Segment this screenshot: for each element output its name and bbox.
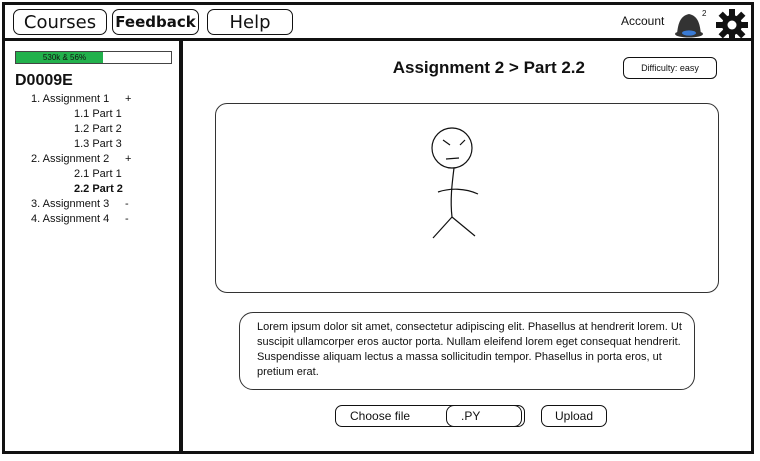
sidebar: 530k & 56% D0009E 1. Assignment 1 + 1.1 … xyxy=(5,41,183,454)
tree-item-assignment-4[interactable]: 4. Assignment 4 - xyxy=(31,213,129,225)
assignment-image xyxy=(215,103,719,293)
course-code: D0009E xyxy=(15,72,73,89)
expand-toggle[interactable]: - xyxy=(125,213,129,225)
notification-count: 2 xyxy=(702,9,707,18)
tree-item-part-1-2[interactable]: 1.2 Part 2 xyxy=(74,123,122,135)
progress-bar: 530k & 56% xyxy=(15,51,172,64)
assignment-description: Lorem ipsum dolor sit amet, consectetur … xyxy=(239,312,695,390)
tree-item-label: 3. Assignment 3 xyxy=(31,198,110,210)
stick-figure-image xyxy=(431,127,479,239)
main-content: Assignment 2 > Part 2.2 Difficulty: easy… xyxy=(187,41,751,454)
tree-item-assignment-3[interactable]: 3. Assignment 3 - xyxy=(31,198,129,210)
page-title: Assignment 2 > Part 2.2 xyxy=(392,58,585,77)
courses-button[interactable]: Courses xyxy=(13,9,107,35)
gear-icon[interactable] xyxy=(715,8,749,42)
file-extension-field[interactable]: .PY xyxy=(446,405,522,427)
help-button[interactable]: Help xyxy=(207,9,293,35)
tree-item-assignment-2[interactable]: 2. Assignment 2 + xyxy=(31,153,131,165)
account-link[interactable]: Account xyxy=(621,14,664,28)
tree-item-part-1-1[interactable]: 1.1 Part 1 xyxy=(74,108,122,120)
tree-item-part-2-1[interactable]: 2.1 Part 1 xyxy=(74,168,122,180)
top-bar: Courses Feedback Help Account 2 xyxy=(5,5,751,41)
tree-item-part-2-2[interactable]: 2.2 Part 2 xyxy=(74,183,123,195)
expand-toggle[interactable]: + xyxy=(125,93,131,105)
expand-toggle[interactable]: + xyxy=(125,153,131,165)
feedback-button[interactable]: Feedback xyxy=(112,9,199,35)
expand-toggle[interactable]: - xyxy=(125,198,129,210)
upload-button[interactable]: Upload xyxy=(541,405,607,427)
tree-item-label: 1. Assignment 1 xyxy=(31,93,110,105)
progress-text: 530k & 56% xyxy=(42,53,87,62)
tree-item-label: 2. Assignment 2 xyxy=(31,153,110,165)
tree-item-part-1-3[interactable]: 1.3 Part 3 xyxy=(74,138,122,150)
tree-item-label: 4. Assignment 4 xyxy=(31,213,110,225)
bell-icon[interactable]: 2 xyxy=(673,8,707,40)
difficulty-badge: Difficulty: easy xyxy=(623,57,717,79)
tree-item-assignment-1[interactable]: 1. Assignment 1 + xyxy=(31,93,131,105)
